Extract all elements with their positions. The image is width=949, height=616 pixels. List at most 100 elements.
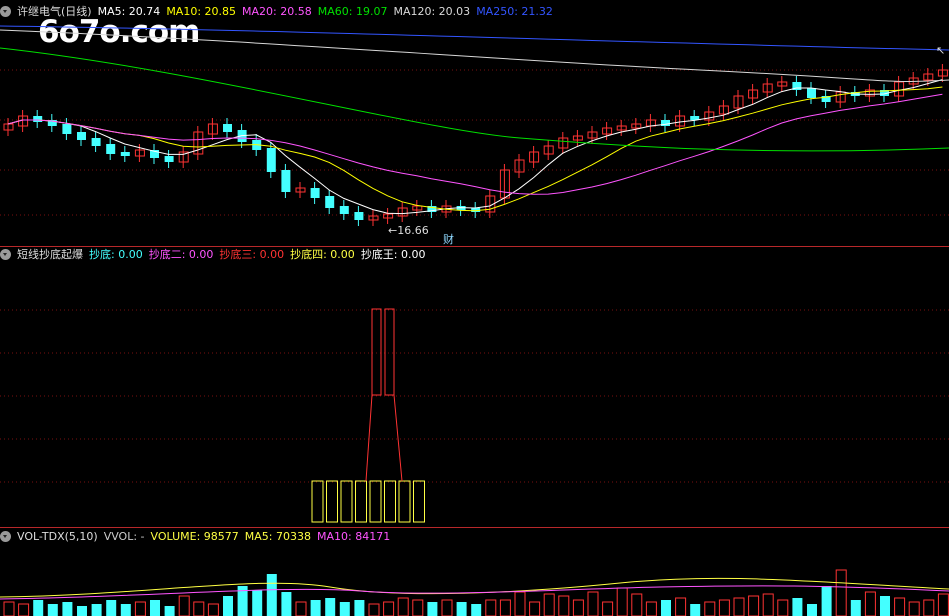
candle-body xyxy=(164,156,174,162)
ma-legend: MA5: 20.74 MA10: 20.85 MA20: 20.58 MA60: 19… xyxy=(98,5,559,18)
volume-bar xyxy=(134,601,146,616)
indicator-chart[interactable] xyxy=(0,263,949,525)
volume-bar xyxy=(762,593,774,616)
volume-bar xyxy=(77,606,87,616)
volume-bar xyxy=(880,596,890,616)
ma5-line xyxy=(7,79,943,215)
volume-bar xyxy=(748,595,760,616)
volume-bar xyxy=(835,569,847,616)
legend-item: MA10: 20.85 xyxy=(166,5,237,18)
volume-bar xyxy=(864,591,876,616)
signal-bar xyxy=(355,480,367,523)
low-price-label: ←16.66 xyxy=(388,224,429,237)
volume-chart[interactable] xyxy=(0,545,949,616)
volume-bar xyxy=(558,595,570,616)
volume-bar xyxy=(514,591,526,616)
volume-ma10-line xyxy=(0,585,949,600)
ma10-line xyxy=(7,86,943,212)
volume-legend: VVOL: - VOLUME: 98577 MA5: 70338 MA10: 8417… xyxy=(104,530,397,543)
dropdown-icon[interactable] xyxy=(0,5,11,17)
volume-bar xyxy=(18,603,30,616)
volume-bar xyxy=(252,590,263,616)
volume-bar xyxy=(661,600,671,616)
signal-spike xyxy=(384,308,395,396)
volume-bar xyxy=(485,599,497,616)
legend-item: MA60: 19.07 xyxy=(317,5,388,18)
legend-item: 抄底四: 0.00 xyxy=(290,248,355,261)
volume-bar xyxy=(62,602,73,616)
volume-bar xyxy=(807,604,817,616)
volume-bar xyxy=(47,604,58,616)
legend-item: VVOL: - xyxy=(103,530,145,543)
volume-bar xyxy=(792,598,803,616)
legend-item: MA250: 21.32 xyxy=(476,5,553,18)
legend-item: 抄底王: 0.00 xyxy=(360,248,426,261)
volume-bar xyxy=(908,601,920,616)
legend-item: 抄底: 0.00 xyxy=(89,248,143,261)
candle-body xyxy=(281,170,291,192)
volume-bar xyxy=(33,600,44,616)
arrow-mark: ↖ xyxy=(936,44,946,57)
volume-bar xyxy=(456,602,467,616)
volume-bar xyxy=(91,604,102,616)
volume-bar xyxy=(3,601,15,616)
candle-body xyxy=(62,124,72,134)
finance-event-badge[interactable]: 财 xyxy=(443,231,454,247)
dropdown-icon[interactable] xyxy=(0,530,11,542)
volume-bar xyxy=(295,601,307,616)
volume-bar xyxy=(675,597,687,616)
volume-bar xyxy=(427,602,438,616)
legend-item: MA5: 20.74 xyxy=(97,5,161,18)
volume-bar xyxy=(777,599,789,616)
volume-bar xyxy=(368,603,380,616)
volume-bar xyxy=(397,597,409,616)
volume-bar xyxy=(645,601,657,616)
candle-body xyxy=(310,188,320,198)
ma20-line xyxy=(7,93,943,195)
volume-bar xyxy=(572,599,584,616)
ma120-line xyxy=(0,29,949,83)
signal-spike xyxy=(371,308,382,396)
volume-bar xyxy=(412,599,424,616)
indicator-legend: 抄底: 0.00 抄底二: 0.00 抄底三: 0.00 抄底四: 0.00 抄底王: … xyxy=(89,248,432,261)
volume-bar xyxy=(529,601,541,616)
volume-bar xyxy=(923,599,935,616)
volume-bar xyxy=(733,597,745,616)
volume-bar xyxy=(821,586,832,616)
volume-bar xyxy=(150,600,160,616)
legend-item: MA5: 70338 xyxy=(244,530,311,543)
volume-bar xyxy=(106,600,117,616)
volume-bar xyxy=(894,597,906,616)
signal-bar xyxy=(340,480,353,523)
volume-title: VOL-TDX(5,10) xyxy=(17,530,98,543)
dropdown-icon[interactable] xyxy=(0,248,11,260)
candle-body xyxy=(266,148,276,172)
panel-separator xyxy=(0,527,949,528)
price-header: 许继电气(日线) MA5: 20.74 MA10: 20.85 MA20: 20.58… xyxy=(0,4,565,20)
indicator-header: 短线抄底起爆 抄底: 0.00 抄底二: 0.00 抄底三: 0.00 抄底四: 0.0… xyxy=(0,247,438,263)
volume-bar xyxy=(499,599,511,616)
legend-item: MA120: 20.03 xyxy=(393,5,471,18)
legend-item: MA20: 20.58 xyxy=(242,5,312,18)
signal-bar xyxy=(413,480,425,523)
candle-body xyxy=(325,196,335,208)
signal-bar xyxy=(311,480,324,523)
volume-header: VOL-TDX(5,10) VVOL: - VOLUME: 98577 MA5: 70… xyxy=(0,529,402,545)
signal-spike-edge xyxy=(365,394,403,482)
legend-item: 抄底二: 0.00 xyxy=(148,248,214,261)
volume-bar xyxy=(441,599,453,616)
volume-bar xyxy=(310,600,321,616)
volume-bar xyxy=(471,604,482,616)
volume-bar xyxy=(354,600,365,616)
legend-item: VOLUME: 98577 xyxy=(150,530,239,543)
signal-bar xyxy=(326,480,338,523)
candle-body xyxy=(120,152,130,156)
legend-item: 抄底三: 0.00 xyxy=(219,248,285,261)
volume-bar xyxy=(704,601,716,616)
stock-title: 许继电气(日线) xyxy=(17,5,92,18)
price-chart[interactable] xyxy=(0,20,949,245)
volume-bar xyxy=(631,593,643,616)
volume-bar xyxy=(587,591,599,616)
candle-body xyxy=(106,144,116,154)
volume-bar xyxy=(178,595,190,616)
